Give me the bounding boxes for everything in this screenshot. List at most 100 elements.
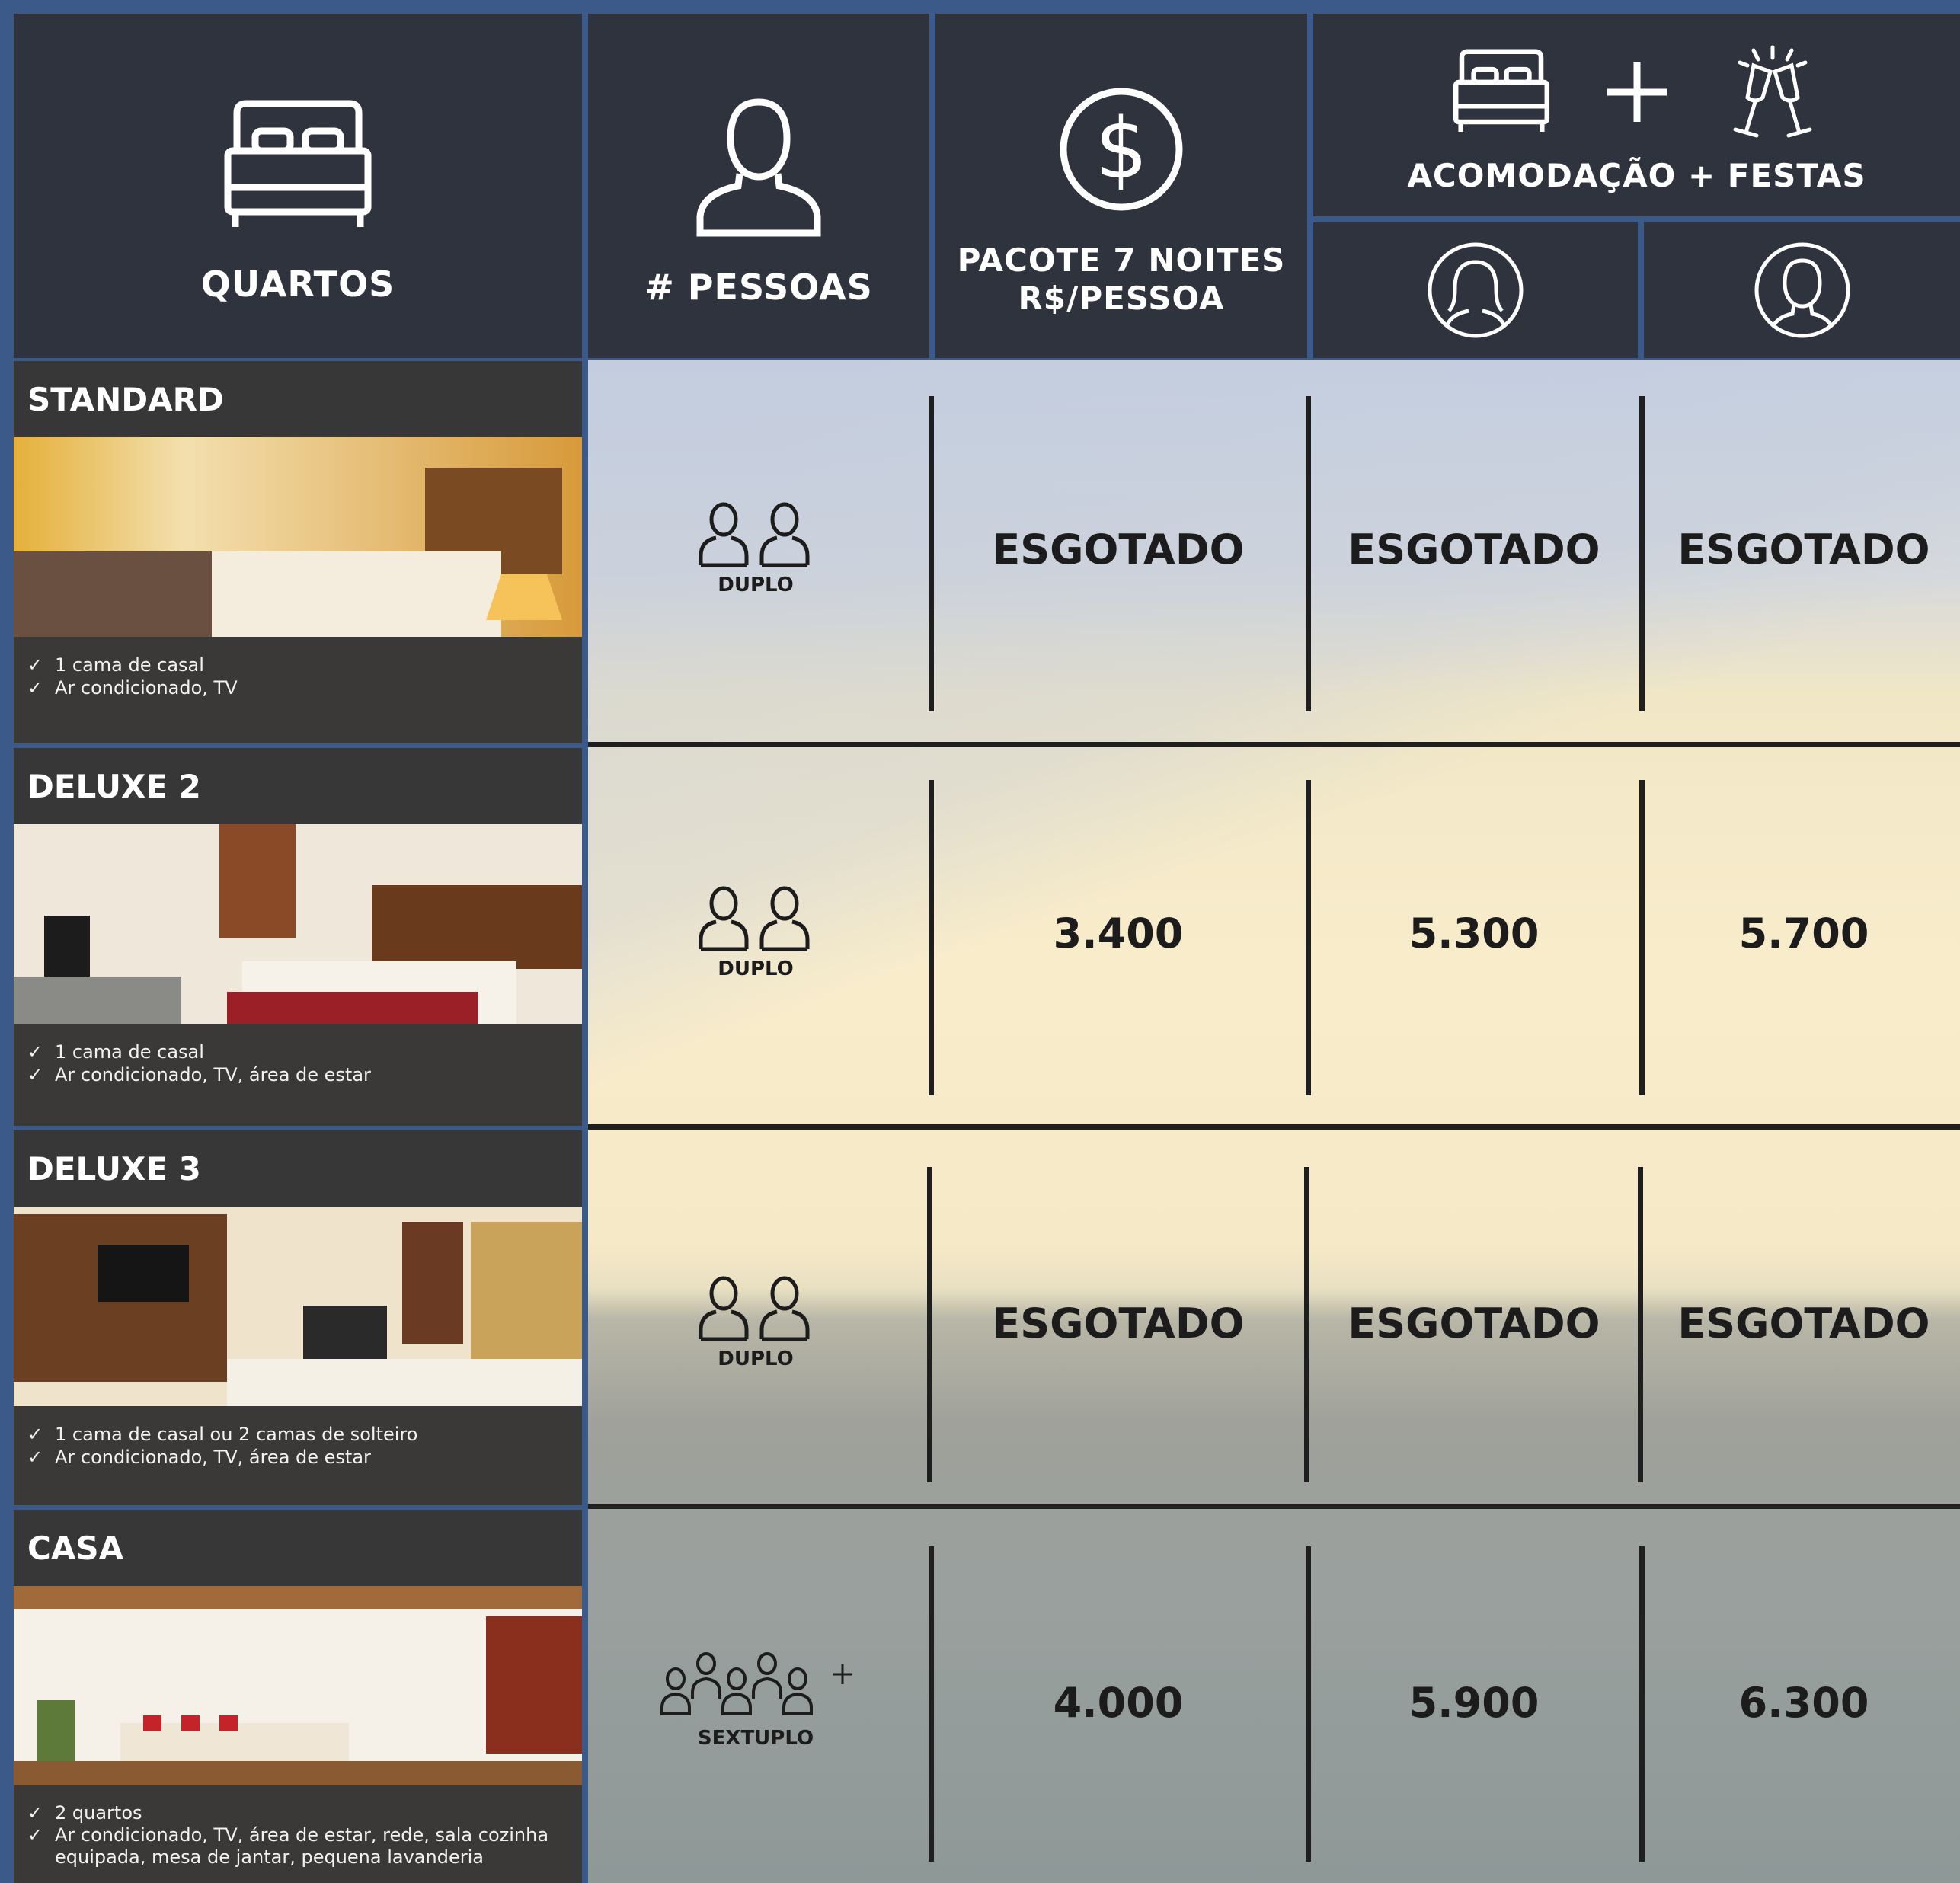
row-divider [588, 1124, 1960, 1130]
header-combo: ACOMODAÇÃO + FESTAS [1313, 14, 1960, 216]
feature-text: Ar condicionado, TV [55, 677, 238, 699]
room-title: DELUXE 3 [14, 1130, 582, 1207]
feature-text: Ar condicionado, TV, área de estar [55, 1447, 371, 1468]
feature-item: ✓ 1 cama de casal [27, 1041, 568, 1063]
bed-icon [224, 100, 372, 228]
champagne-icon [1733, 45, 1811, 138]
feature-text: equipada, mesa de jantar, pequena lavand… [55, 1846, 484, 1868]
header-package-label: PACOTE 7 NOITES R$/PESSOA [958, 241, 1286, 318]
room-card-casa: CASA ✓ 2 quartos ✓ Ar condicionado, TV, ár… [14, 1510, 582, 1883]
check-icon: ✓ [27, 654, 43, 676]
column-divider [927, 1167, 932, 1482]
check-icon: ✓ [27, 1041, 43, 1063]
occupancy-cell: DUPLO [641, 501, 870, 596]
feature-text: 2 quartos [55, 1802, 142, 1824]
price-package: 3.400 [1053, 910, 1184, 957]
header-combo-icons [1452, 43, 1822, 142]
room-photo [14, 824, 582, 1024]
header-package: $ PACOTE 7 NOITES R$/PESSOA [935, 14, 1307, 358]
room-title: CASA [14, 1510, 582, 1586]
check-icon: ✓ [27, 1802, 43, 1824]
svg-text:$: $ [1095, 100, 1148, 197]
column-divider [1306, 780, 1311, 1095]
header-people-label: # PESSOAS [644, 267, 873, 309]
room-features: ✓ 2 quartos ✓ Ar condicionado, TV, área de… [14, 1785, 582, 1883]
room-card-standard: STANDARD ✓ 1 cama de casal ✓ Ar condiciona… [14, 361, 582, 743]
room-card-deluxe-3: DELUXE 3 ✓ 1 cama de casal ou 2 camas de … [14, 1130, 582, 1505]
six-people-icon [660, 1652, 852, 1715]
occupancy-cell: DUPLO [641, 885, 870, 980]
room-photo [14, 1586, 582, 1785]
row-divider [588, 1504, 1960, 1509]
column-divider [1639, 1546, 1645, 1862]
room-title: STANDARD [14, 361, 582, 437]
check-icon: ✓ [27, 1064, 43, 1085]
column-divider [929, 780, 934, 1095]
room-features: ✓ 1 cama de casal ✓ Ar condicionado, TV [14, 637, 582, 743]
price-female: 5.300 [1408, 910, 1540, 957]
dollar-icon: $ [1060, 88, 1183, 211]
price-male: 5.700 [1738, 910, 1869, 957]
feature-text: 1 cama de casal [55, 654, 204, 676]
feature-item: equipada, mesa de jantar, pequena lavand… [27, 1846, 568, 1869]
header-people: # PESSOAS [588, 14, 929, 358]
two-people-icon [699, 1276, 810, 1341]
feature-item: ✓ Ar condicionado, TV, área de estar [27, 1446, 568, 1469]
occupancy-cell: DUPLO [641, 1275, 870, 1370]
price-package: 4.000 [1053, 1679, 1184, 1727]
room-title: DELUXE 2 [14, 748, 582, 824]
feature-item: ✓ Ar condicionado, TV, área de estar, red… [27, 1824, 568, 1846]
bed-icon [1453, 49, 1549, 132]
price-female: ESGOTADO [1348, 526, 1600, 574]
column-divider [929, 396, 934, 711]
column-divider [1306, 396, 1311, 711]
row-divider [588, 742, 1960, 747]
two-people-icon [699, 886, 810, 951]
male-avatar-icon [1754, 242, 1850, 338]
price-male: ESGOTADO [1677, 1300, 1930, 1348]
feature-item: ✓ 1 cama de casal [27, 654, 568, 676]
price-female: 5.900 [1408, 1679, 1540, 1727]
person-icon [696, 98, 821, 237]
check-icon: ✓ [27, 1424, 43, 1445]
feature-item: ✓ Ar condicionado, TV, área de estar [27, 1063, 568, 1086]
check-icon: ✓ [27, 1824, 43, 1846]
feature-item: ✓ 2 quartos [27, 1802, 568, 1824]
price-package: ESGOTADO [992, 526, 1245, 574]
occupancy-cell: SEXTUPLO [641, 1648, 870, 1750]
female-avatar-icon [1428, 242, 1524, 338]
price-male: 6.300 [1738, 1679, 1869, 1727]
column-divider [1639, 396, 1645, 711]
column-divider [1639, 780, 1645, 1095]
feature-text: Ar condicionado, TV, área de estar, rede… [55, 1824, 549, 1846]
room-photo [14, 437, 582, 637]
header-male [1644, 222, 1960, 358]
occupancy-label: SEXTUPLO [697, 1727, 814, 1750]
column-divider [1638, 1167, 1643, 1482]
feature-item: ✓ 1 cama de casal ou 2 camas de solteiro [27, 1423, 568, 1446]
occupancy-label: DUPLO [718, 574, 794, 596]
check-icon: ✓ [27, 677, 43, 699]
header-package-line1: PACOTE 7 NOITES [957, 241, 1286, 279]
price-package: ESGOTADO [992, 1300, 1245, 1348]
room-features: ✓ 1 cama de casal ou 2 camas de solteiro … [14, 1406, 582, 1505]
column-divider [929, 1546, 934, 1862]
room-card-deluxe-2: DELUXE 2 ✓ 1 cama de casal ✓ Ar condiciona… [14, 748, 582, 1126]
feature-text: 1 cama de casal ou 2 camas de solteiro [55, 1424, 418, 1445]
room-features: ✓ 1 cama de casal ✓ Ar condicionado, TV, á… [14, 1024, 582, 1126]
occupancy-label: DUPLO [718, 1348, 794, 1370]
room-photo [14, 1207, 582, 1406]
column-divider [1306, 1546, 1311, 1862]
check-icon: ✓ [27, 1447, 43, 1468]
column-divider [1304, 1167, 1309, 1482]
feature-text: Ar condicionado, TV, área de estar [55, 1064, 371, 1085]
price-female: ESGOTADO [1348, 1300, 1600, 1348]
header-rooms-label: QUARTOS [200, 264, 395, 305]
two-people-icon [699, 502, 810, 567]
header-combo-label: ACOMODAÇÃO + FESTAS [1407, 156, 1866, 194]
header-female [1313, 222, 1638, 358]
feature-item: ✓ Ar condicionado, TV [27, 676, 568, 699]
header-package-line2: R$/PESSOA [1018, 280, 1225, 317]
plus-icon [1607, 62, 1667, 122]
occupancy-label: DUPLO [718, 957, 794, 980]
